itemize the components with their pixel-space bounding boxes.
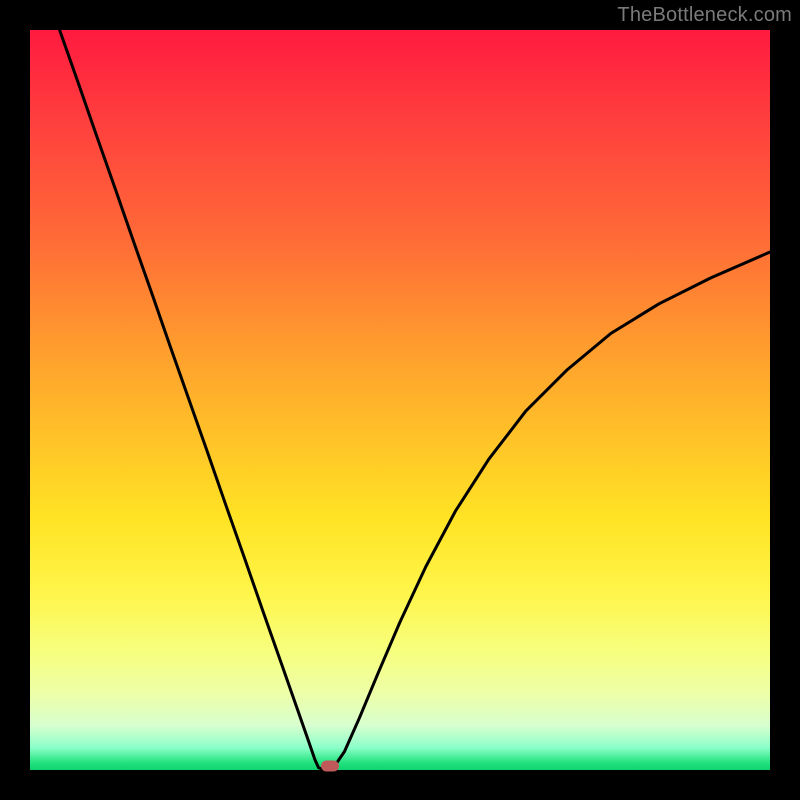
optimal-marker xyxy=(321,761,339,772)
watermark-text: TheBottleneck.com xyxy=(617,4,792,27)
curve-svg xyxy=(30,30,770,770)
chart-frame: TheBottleneck.com xyxy=(0,0,800,800)
bottleneck-curve xyxy=(60,30,770,770)
plot-area xyxy=(30,30,770,770)
